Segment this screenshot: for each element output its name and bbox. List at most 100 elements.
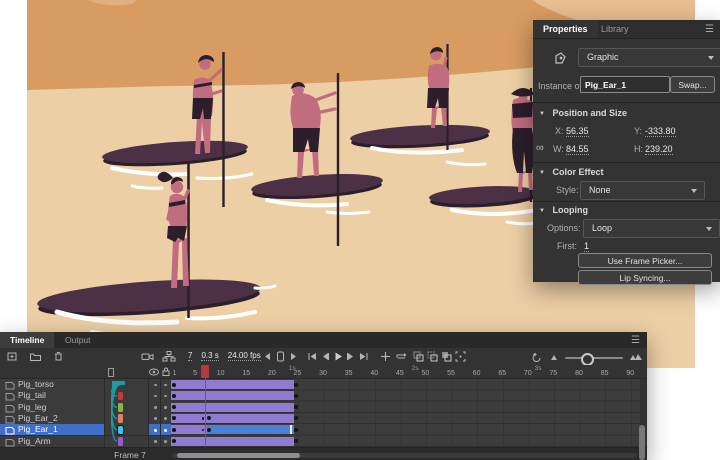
lip-syncing-button[interactable]: Lip Syncing...	[578, 270, 712, 285]
looping-options-dropdown[interactable]: Loop	[583, 219, 720, 238]
tween-span[interactable]	[171, 403, 294, 412]
new-layer-button[interactable]	[6, 350, 19, 363]
x-value[interactable]: 56.35	[566, 126, 589, 137]
onion-skin-outlines-button[interactable]	[426, 350, 439, 363]
horizontal-scrollbar[interactable]	[172, 453, 637, 458]
end-keyframe-dot[interactable]	[294, 383, 298, 387]
end-keyframe-dot[interactable]	[294, 416, 298, 420]
tab-timeline[interactable]: Timeline	[0, 332, 54, 348]
keyframe-dot[interactable]	[172, 383, 176, 387]
tab-library[interactable]: Library	[591, 20, 639, 38]
graphic-symbol-icon	[553, 51, 568, 68]
tween-span[interactable]	[171, 437, 294, 446]
loop-range-back-icon[interactable]	[262, 350, 275, 363]
symbol-type-dropdown[interactable]: Graphic	[578, 48, 720, 67]
swap-button[interactable]: Swap...	[670, 76, 715, 93]
end-keyframe-dot[interactable]	[294, 405, 298, 409]
frame-insert-marker	[290, 425, 293, 434]
properties-panel: Properties Library ☰ Graphic Instance of…	[533, 20, 720, 282]
parenting-column-icon	[107, 367, 115, 378]
end-keyframe-dot[interactable]	[294, 439, 298, 443]
keyframe-dot[interactable]	[172, 428, 176, 432]
h-label: H:	[634, 144, 643, 154]
position-size-section-header[interactable]: ▼ Position and Size	[539, 108, 627, 118]
frame-row-Pig_leg[interactable]	[171, 402, 640, 413]
ruler-frame-number: 50	[422, 370, 430, 377]
keyframe-dot[interactable]	[172, 405, 176, 409]
ruler-frame-number: 90	[626, 370, 634, 377]
playhead-line[interactable]	[205, 365, 207, 447]
go-to-last-frame-button[interactable]	[358, 350, 371, 363]
keyframe-dot[interactable]	[172, 439, 176, 443]
looping-section-header[interactable]: ▼ Looping	[539, 205, 588, 215]
play-button[interactable]	[332, 350, 345, 363]
color-effect-section-header[interactable]: ▼ Color Effect	[539, 167, 603, 177]
ruler-frame-number: 75	[550, 370, 558, 377]
y-value[interactable]: -333.80	[645, 126, 676, 137]
ruler-second-mark: 2s	[412, 365, 419, 372]
shrink-frames-icon[interactable]	[549, 352, 559, 364]
timeline-panel-menu-icon[interactable]: ☰	[631, 335, 640, 346]
show-parenting-view-button[interactable]	[162, 350, 175, 363]
frame-row-Pig_Arm[interactable]	[171, 436, 640, 447]
current-frame-readout[interactable]: 7	[188, 351, 192, 361]
horizontal-scrollbar-thumb[interactable]	[177, 453, 300, 458]
vertical-scrollbar-thumb[interactable]	[639, 425, 645, 460]
edit-multiple-frames-button[interactable]	[440, 350, 453, 363]
step-back-button[interactable]	[319, 350, 332, 363]
ruler-frame-number: 10	[217, 370, 225, 377]
options-label: Options:	[547, 223, 581, 233]
ruler-frame-number: 5	[193, 370, 197, 377]
first-frame-value[interactable]: 1	[584, 241, 589, 252]
x-label: X:	[555, 126, 564, 136]
step-forward-button[interactable]	[345, 350, 358, 363]
add-camera-button[interactable]	[141, 350, 154, 363]
timeline-toolbar: 7 0.3 s 24.00 fps	[0, 348, 647, 366]
tween-span[interactable]	[171, 380, 294, 389]
ruler-frame-number: 40	[370, 370, 378, 377]
tween-span[interactable]	[171, 414, 294, 423]
color-style-dropdown[interactable]: None	[580, 181, 705, 200]
lock-column-icon[interactable]	[161, 366, 171, 377]
enlarge-frames-icon[interactable]	[629, 352, 643, 364]
end-keyframe-dot[interactable]	[294, 394, 298, 398]
layer-icon	[5, 438, 15, 447]
frame-row-Pig_Ear_1[interactable]	[171, 424, 640, 435]
instance-name-field[interactable]	[580, 76, 670, 93]
tween-span[interactable]	[171, 391, 294, 400]
reset-timeline-zoom-button[interactable]	[530, 351, 543, 364]
layer-name: Pig_Ear_1	[18, 424, 58, 435]
panel-menu-icon[interactable]: ☰	[705, 24, 714, 35]
delete-layer-button[interactable]	[52, 350, 65, 363]
timeline-ruler[interactable]: 1s2s3s1510152025303540455055606570758085…	[0, 365, 647, 379]
w-value[interactable]: 84.55	[566, 144, 589, 155]
new-folder-button[interactable]	[29, 350, 42, 363]
layer-icon	[5, 404, 15, 413]
link-dimensions-icon[interactable]: ∞	[536, 142, 544, 154]
current-frame-box-icon[interactable]	[275, 350, 288, 363]
tab-output[interactable]: Output	[55, 332, 101, 348]
selected-tween-span[interactable]	[207, 425, 294, 434]
frame-row-Pig_Ear_2[interactable]	[171, 413, 640, 424]
show-hide-column-eye-icon[interactable]	[148, 367, 160, 377]
h-value[interactable]: 239.20	[645, 144, 673, 155]
timeline-zoom-slider[interactable]	[565, 357, 623, 359]
frame-row-Pig_tail[interactable]	[171, 390, 640, 401]
keyframe-dot[interactable]	[172, 394, 176, 398]
use-frame-picker-button[interactable]: Use Frame Picker...	[578, 253, 712, 268]
go-to-first-frame-button[interactable]	[306, 350, 319, 363]
onion-skin-button[interactable]	[412, 350, 425, 363]
ruler-frame-number: 65	[498, 370, 506, 377]
frame-rate-readout[interactable]: 24.00 fps	[228, 351, 261, 361]
loop-playback-button[interactable]	[394, 350, 407, 363]
layer-row-Pig_Arm[interactable]: Pig_Arm	[0, 436, 104, 448]
modify-markers-button[interactable]	[454, 350, 467, 363]
center-frame-button[interactable]	[379, 350, 392, 363]
frame-row-Pig_torso[interactable]	[171, 379, 640, 390]
end-keyframe-dot[interactable]	[294, 428, 298, 432]
tab-properties[interactable]: Properties	[533, 20, 598, 38]
elapsed-time-readout[interactable]: 0.3 s	[201, 351, 218, 361]
frames-grid[interactable]	[171, 379, 640, 447]
loop-range-forward-icon[interactable]	[288, 350, 301, 363]
ruler-frame-number: 60	[473, 370, 481, 377]
